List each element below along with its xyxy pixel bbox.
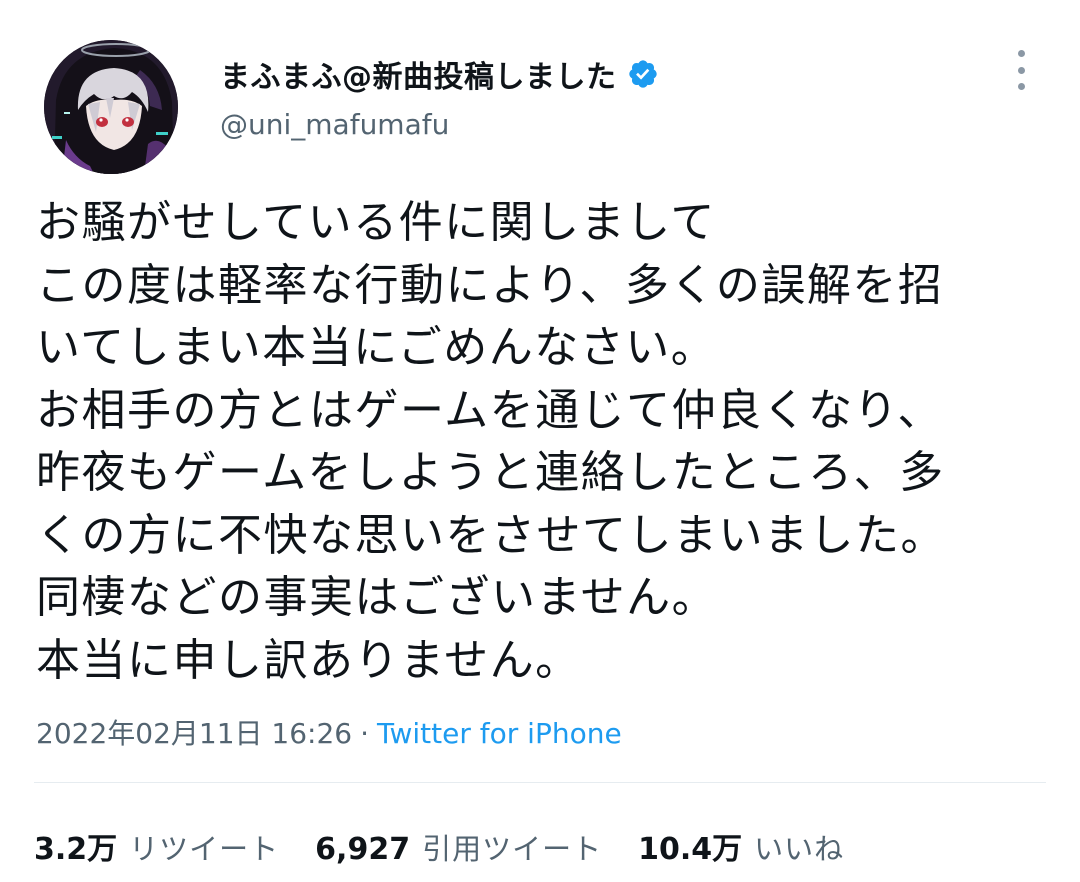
- tweet-timestamp[interactable]: 2022年02月11日 16:26: [36, 717, 352, 750]
- avatar[interactable]: [44, 40, 178, 174]
- tweet-line: 本当に申し訳ありません。: [36, 634, 581, 686]
- divider: [34, 782, 1046, 783]
- tweet-line: この度は軽率な行動により、多くの誤解を招: [36, 259, 944, 311]
- user-handle[interactable]: @uni_mafumafu: [220, 108, 449, 141]
- tweet-line: いてしまい本当にごめんなさい。: [36, 322, 717, 373]
- retweet-count: 3.2万: [34, 832, 118, 867]
- retweets-stat[interactable]: 3.2万 リツイート: [34, 824, 279, 868]
- tweet-line: お相手の方とはゲームを通じて仲良くなり、: [36, 384, 943, 436]
- verified-badge-icon: [627, 58, 659, 90]
- like-count: 10.4万: [638, 832, 743, 867]
- more-options-icon[interactable]: [1012, 50, 1030, 90]
- tweet-meta: 2022年02月11日 16:26 · Twitter for iPhone: [36, 712, 622, 752]
- quotes-stat[interactable]: 6,927 引用ツイート: [315, 826, 602, 868]
- tweet-stats: 3.2万 リツイート 6,927 引用ツイート 10.4万 いいね: [34, 824, 880, 868]
- display-name-row: まふまふ@新曲投稿しました: [220, 52, 659, 96]
- tweet-text: お騒がせしている件に関しまして この度は軽率な行動により、多くの誤解を招 いてし…: [36, 192, 1046, 692]
- tweet-line: 昨夜もゲームをしようと連絡したところ、多: [36, 447, 945, 498]
- tweet-line: お騒がせしている件に関しまして: [36, 197, 716, 248]
- more-dot: [1017, 50, 1025, 57]
- tweet-header: まふまふ@新曲投稿しました @uni_mafumafu: [34, 36, 1044, 176]
- more-dot: [1017, 66, 1025, 74]
- retweet-label: リツイート: [129, 832, 280, 866]
- more-dot: [1017, 83, 1025, 90]
- tweet-line: 同棲などの事実はございません。: [36, 572, 718, 623]
- tweet-source-link[interactable]: Twitter for iPhone: [377, 717, 622, 750]
- likes-stat[interactable]: 10.4万 いいね: [638, 824, 844, 868]
- tweet-line: くの方に不快な思いをさせてしまいました。: [36, 509, 946, 561]
- meta-separator: ·: [360, 717, 370, 750]
- display-name[interactable]: まふまふ@新曲投稿しました: [220, 52, 617, 96]
- avatar-illustration-icon: [44, 40, 178, 174]
- quote-count: 6,927: [315, 832, 411, 867]
- like-label: いいね: [754, 832, 845, 866]
- quote-label: 引用ツイート: [422, 832, 603, 866]
